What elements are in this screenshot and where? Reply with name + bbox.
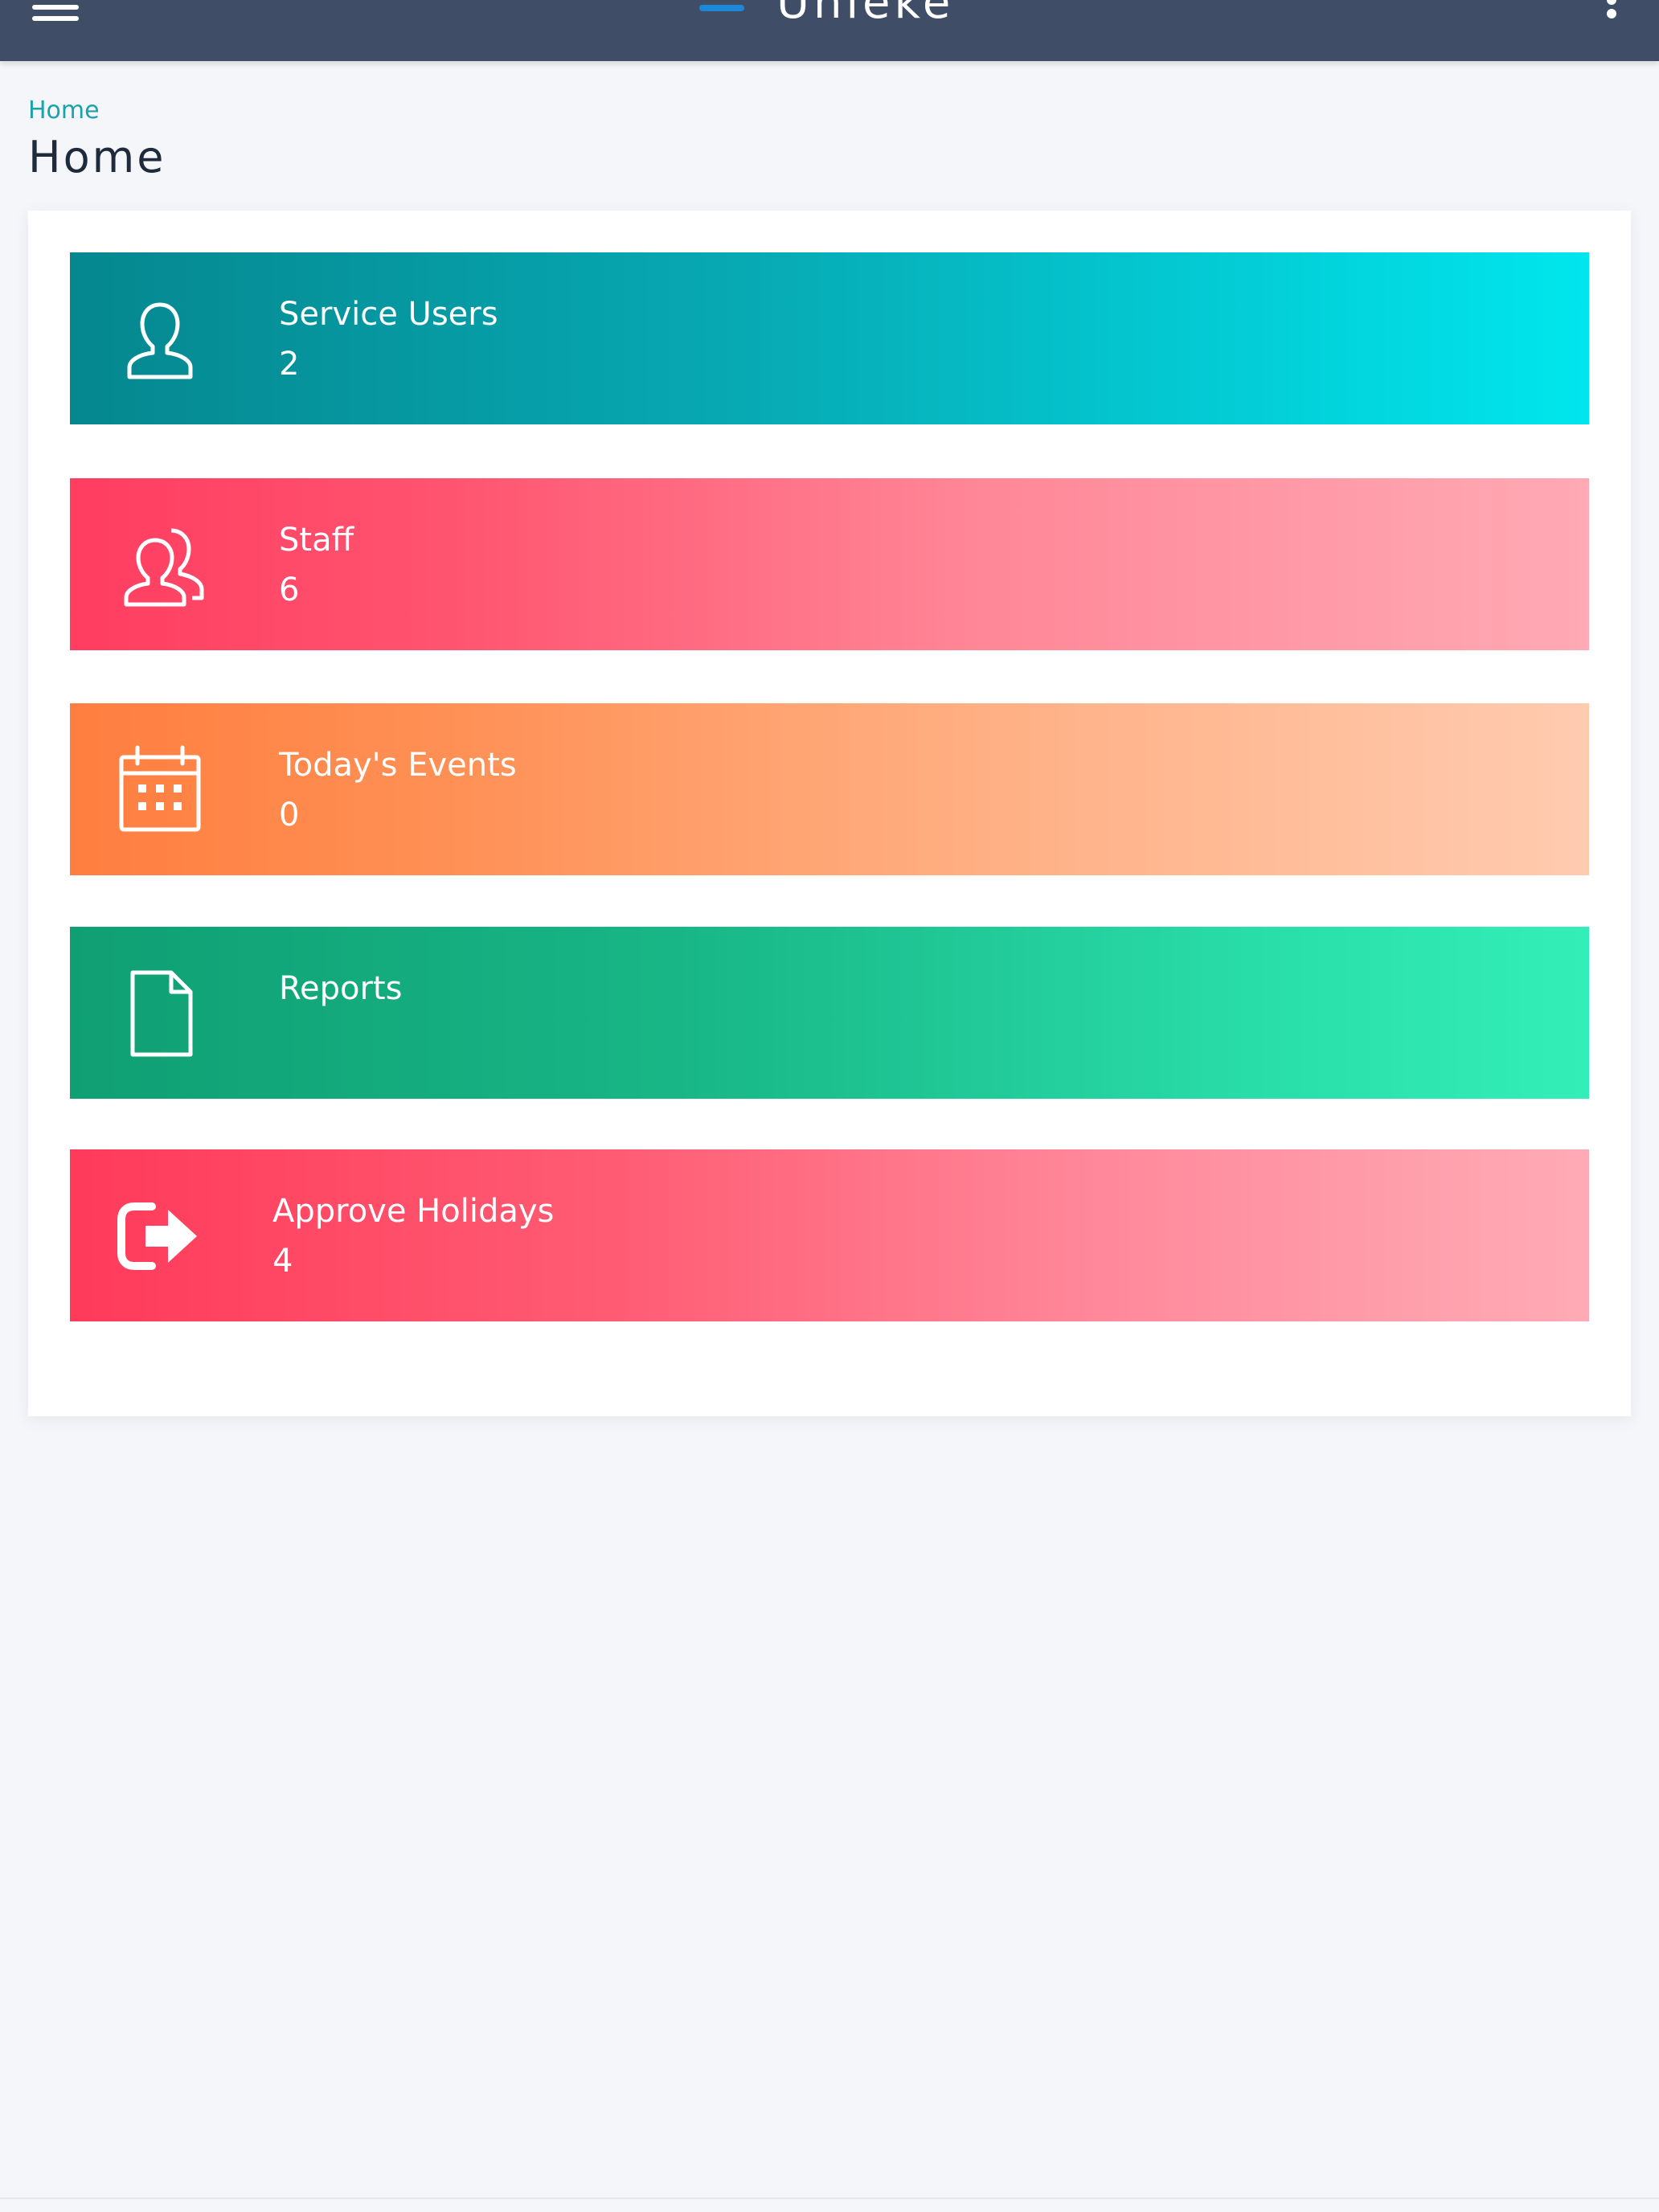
bottom-divider (0, 2198, 1659, 2199)
page-title: Home (28, 132, 166, 182)
todays-events-count: 0 (279, 797, 300, 834)
users-icon (112, 516, 208, 612)
reports-tile[interactable]: Reports (70, 927, 1589, 1099)
staff-tile[interactable]: Staff 6 (70, 478, 1589, 650)
user-icon (112, 290, 208, 387)
approve-holidays-label: Approve Holidays (272, 1193, 555, 1230)
reports-label: Reports (279, 970, 403, 1007)
top-app-bar: Unleke (0, 0, 1659, 61)
approve-holidays-count: 4 (272, 1243, 293, 1280)
brand-logo-mark (699, 5, 744, 11)
service-users-count: 2 (279, 346, 300, 383)
document-icon (112, 965, 208, 1061)
staff-label: Staff (279, 522, 354, 559)
service-users-label: Service Users (279, 296, 498, 333)
brand-name: Unleke (776, 0, 955, 29)
calendar-icon (112, 741, 208, 838)
more-vertical-icon[interactable] (1603, 0, 1620, 24)
service-users-tile[interactable]: Service Users 2 (70, 252, 1589, 424)
staff-count: 6 (279, 571, 300, 608)
breadcrumb-item-home[interactable]: Home (28, 96, 100, 125)
hamburger-menu-icon[interactable] (32, 0, 79, 32)
breadcrumb: Home (28, 95, 100, 127)
todays-events-tile[interactable]: Today's Events 0 (70, 703, 1589, 875)
sign-out-icon (112, 1187, 208, 1284)
todays-events-label: Today's Events (279, 747, 517, 784)
approve-holidays-tile[interactable]: Approve Holidays 4 (70, 1149, 1589, 1321)
